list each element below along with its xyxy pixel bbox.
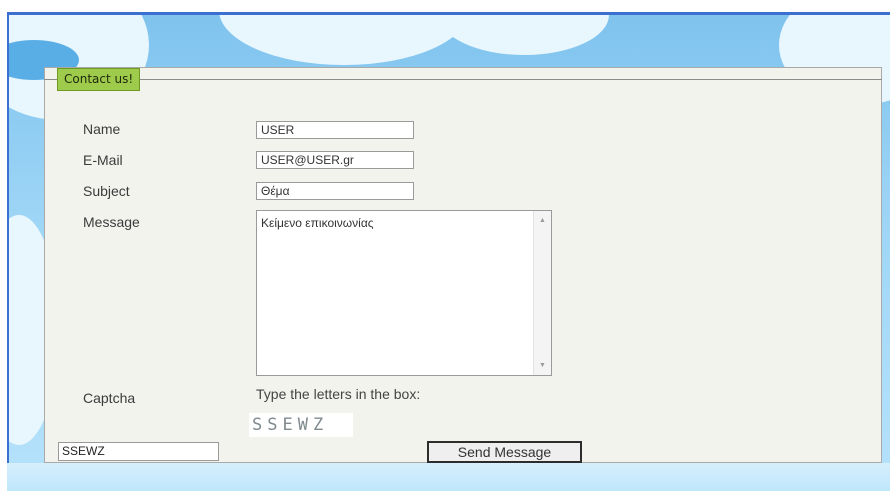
cloud-decoration — [439, 15, 609, 55]
fieldset-line — [44, 79, 882, 80]
message-textarea[interactable]: Κείμενο επικοινωνίας ▲ ▼ — [256, 210, 552, 376]
send-message-button[interactable]: Send Message — [427, 441, 582, 463]
captcha-label: Captcha — [83, 390, 136, 406]
form-legend: Contact us! — [57, 68, 141, 91]
cloud-decoration — [219, 15, 469, 65]
scroll-up-icon[interactable]: ▲ — [534, 217, 551, 224]
subject-label: Subject — [83, 183, 130, 199]
email-field[interactable]: USER@USER.gr — [256, 151, 414, 169]
message-text: Κείμενο επικοινωνίας — [261, 216, 374, 230]
captcha-hint: Type the letters in the box: — [256, 386, 421, 402]
captcha-image: SSEWZ — [249, 413, 353, 437]
captcha-input[interactable]: SSEWZ — [58, 442, 219, 461]
name-label: Name — [83, 121, 121, 137]
scroll-down-icon[interactable]: ▼ — [534, 362, 551, 369]
message-label: Message — [83, 214, 140, 230]
email-label: E-Mail — [83, 152, 123, 168]
textarea-scrollbar[interactable]: ▲ ▼ — [533, 211, 551, 375]
name-field[interactable]: USER — [256, 121, 414, 139]
footer-strip — [7, 463, 890, 491]
subject-field[interactable]: Θέμα — [256, 182, 414, 200]
